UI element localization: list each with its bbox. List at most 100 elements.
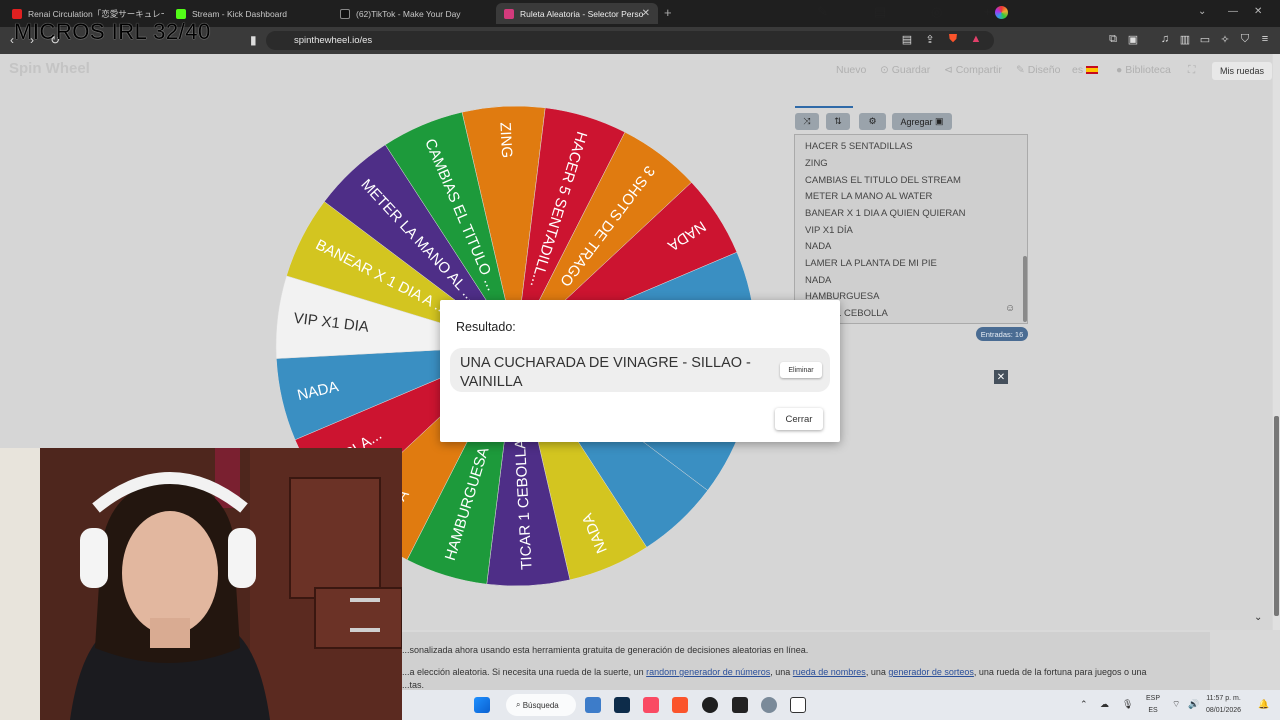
add-image-button[interactable]: Agregar ▣ <box>892 113 952 130</box>
taskbar-search[interactable]: ⌕ Búsqueda <box>506 694 576 716</box>
sidebar-icon[interactable]: ▥ <box>1178 33 1192 46</box>
photoshop-icon[interactable] <box>614 697 630 713</box>
my-wheels-button[interactable]: Mis ruedas <box>1212 62 1272 80</box>
lang-bottom: ES <box>1148 707 1158 714</box>
tab-spinthewheel[interactable]: Ruleta Aleatoria - Selector Perso ✕ <box>496 3 658 24</box>
active-tab-underline <box>795 106 853 108</box>
list-item: NADA <box>805 241 832 252</box>
vpn-icon[interactable]: ⛉ <box>1238 33 1252 46</box>
leo-icon[interactable]: ✧ <box>1218 33 1232 46</box>
clock-date: 08/01/2026 <box>1206 707 1242 714</box>
address-bar[interactable]: spinthewheel.io/es <box>266 31 994 50</box>
notion-icon[interactable] <box>790 697 806 713</box>
screenshot-icon[interactable]: ▣ <box>1126 33 1140 46</box>
scroll-down-icon[interactable]: ⌄ <box>1254 612 1262 623</box>
nav-new[interactable]: Nuevo <box>836 64 866 76</box>
entries-count-badge: Entradas: 16 <box>976 327 1028 341</box>
entries-scrollbar[interactable] <box>1023 256 1027 322</box>
new-tab-button[interactable]: + <box>664 5 672 20</box>
rewards-icon[interactable]: ▲ <box>969 33 983 45</box>
edit-icon[interactable]: ✎ <box>817 4 828 20</box>
wifi-icon[interactable]: ⌔ <box>1172 699 1180 710</box>
nav-library[interactable]: ● Biblioteca <box>1116 64 1171 76</box>
list-item: HACER 5 SENTADILLAS <box>805 141 913 152</box>
list-item: BANEAR X 1 DIA A QUIEN QUIERAN <box>805 208 966 219</box>
entries-textarea[interactable]: HACER 5 SENTADILLAS ZING CAMBIAS EL TITU… <box>794 134 1028 324</box>
list-item: CAMBIAS EL TITULO DEL STREAM <box>805 175 961 186</box>
windows-start-icon[interactable] <box>474 697 490 713</box>
file-explorer-icon[interactable] <box>585 697 601 713</box>
tab-search-icon[interactable]: ⌄ <box>1198 6 1206 17</box>
clock-time: 11:57 p. m. <box>1206 695 1241 702</box>
tab-tiktok[interactable]: (62)TikTok - Make Your Day <box>332 3 492 24</box>
obs-icon[interactable] <box>702 697 718 713</box>
music-app-icon[interactable] <box>643 697 659 713</box>
result-dialog: Resultado: UNA CUCHARADA DE VINAGRE - SI… <box>440 300 840 442</box>
results-icon[interactable]: ▤ <box>874 4 886 20</box>
nav-library-label: Biblioteca <box>1125 64 1171 76</box>
list-item: VIP X1 DÍA <box>805 225 853 236</box>
reader-icon[interactable]: ▤ <box>900 33 914 46</box>
tab-title: Stream - Kick Dashboard <box>192 8 287 19</box>
menu-icon[interactable]: ≡ <box>1258 33 1272 45</box>
description-text: , una <box>770 667 793 677</box>
kick-icon <box>176 8 186 19</box>
hide-icon[interactable]: ◎ <box>931 4 942 20</box>
close-tab-icon[interactable]: ✕ <box>642 8 650 19</box>
extensions-icon[interactable]: ⧉ <box>1106 33 1120 46</box>
name-wheel-link[interactable]: rueda de nombres <box>793 667 866 677</box>
music-icon[interactable]: ♫ <box>1158 33 1172 45</box>
close-icon[interactable]: ✕ <box>994 370 1008 384</box>
tab-title: Renai Circulation「恋愛サーキュレーショ <box>28 8 164 19</box>
color-wheel-icon <box>995 6 1009 20</box>
page-scrollbar[interactable] <box>1273 54 1280 630</box>
notification-icon[interactable]: 🔔 <box>1258 699 1269 710</box>
nav-share-label: Compartir <box>955 64 1002 76</box>
nav-design[interactable]: ✎ Diseño <box>1016 64 1060 76</box>
clock[interactable]: 11:57 p. m. 08/01/2026 <box>1206 693 1241 717</box>
capcut-icon[interactable] <box>732 697 748 713</box>
shuffle-icon: ⤨ <box>803 116 811 126</box>
emoji-icon[interactable]: ☺ <box>1005 303 1015 314</box>
tray-chevron-icon[interactable]: ⌃ <box>1080 699 1088 710</box>
shuffle-button[interactable]: ⤨ <box>795 113 819 130</box>
bookmark-icon[interactable]: ▮ <box>250 33 257 47</box>
remove-button[interactable]: Eliminar <box>780 362 822 378</box>
close-window-icon[interactable]: ✕ <box>1254 6 1262 17</box>
cloud-icon[interactable]: ☁ <box>1100 699 1109 710</box>
nav-share[interactable]: ⊲ Compartir <box>944 64 1002 76</box>
nav-language[interactable]: es <box>1072 64 1099 76</box>
sort-button[interactable]: ⇅ <box>826 113 850 130</box>
dialog-title: Resultado: <box>456 320 516 334</box>
description-section: ...sonalizada ahora usando esta herramie… <box>402 632 1210 690</box>
description-line: ...a elección aleatoria. Si necesita una… <box>402 667 1147 677</box>
raffle-link[interactable]: generador de sorteos <box>888 667 974 677</box>
add-image-label: Agregar <box>900 116 933 127</box>
minimize-icon[interactable]: — <box>1228 6 1238 17</box>
stream-overlay-text: MICROS IRL 32/40 <box>14 19 211 44</box>
brave-browser-icon[interactable] <box>672 697 688 713</box>
nav-design-label: Diseño <box>1027 64 1061 76</box>
close-button[interactable]: Cerrar <box>775 408 823 430</box>
wallet-icon[interactable]: ▭ <box>1198 33 1212 46</box>
mic-icon[interactable]: 🎙 <box>1122 699 1133 710</box>
share-icon[interactable]: ⇪ <box>923 33 937 46</box>
webcam-overlay <box>0 448 402 720</box>
nav-save[interactable]: ⊙ Guardar <box>880 64 930 76</box>
description-line: ...sonalizada ahora usando esta herramie… <box>402 645 809 655</box>
nav-language-label: es <box>1072 64 1084 76</box>
language-indicator[interactable]: ESP ES <box>1146 693 1160 717</box>
settings-app-icon[interactable] <box>761 697 777 713</box>
brave-shield-icon[interactable]: ⛊ <box>946 33 960 46</box>
site-logo[interactable]: Spin Wheel <box>9 60 90 77</box>
page-scrollbar-thumb[interactable] <box>1274 416 1279 616</box>
settings-button[interactable]: ⚙ <box>859 113 886 130</box>
random-number-link[interactable]: random generador de números <box>646 667 770 677</box>
add-color-icon[interactable]: + <box>984 4 1009 20</box>
volume-icon[interactable]: 🔊 <box>1188 699 1199 710</box>
windows-taskbar: ⌕ Búsqueda ⌃ ☁ 🎙 ESP ES ⌔ 🔊 11:57 p. m. 08… <box>402 690 1280 720</box>
result-text: UNA CUCHARADA DE VINAGRE - SILLAO - VAIN… <box>460 355 751 390</box>
list-item: ZING <box>805 158 828 169</box>
search-icon: ⌕ <box>516 700 523 709</box>
fullscreen-icon[interactable]: ⛶ <box>1188 64 1195 77</box>
